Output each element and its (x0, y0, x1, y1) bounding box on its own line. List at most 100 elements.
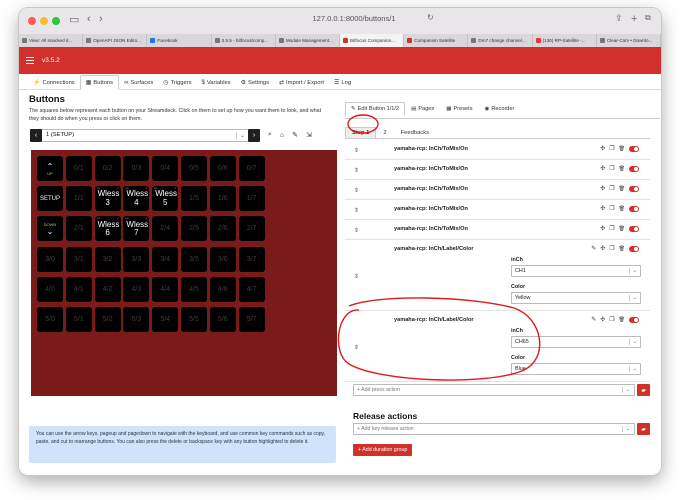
expand-icon[interactable]: ✣ (600, 145, 605, 152)
browser-tab[interactable]: Clear-Com • Downlo... (597, 34, 661, 47)
trash-icon[interactable]: 🗑 (619, 186, 625, 192)
tab-recorder[interactable]: ◉ Recorder (479, 102, 521, 116)
grid-button[interactable]: 1/6 (209, 186, 236, 212)
action-enabled-toggle[interactable] (629, 316, 639, 323)
drag-handle-icon[interactable]: ⇕ (354, 227, 359, 234)
wireless-button[interactable]: ••• ● Wless 7 (123, 216, 150, 242)
tab-connections[interactable]: ⚡ Connections (28, 76, 80, 89)
search-icon[interactable]: ⌕ (268, 131, 272, 139)
grid-button[interactable]: 5/2 (94, 307, 121, 332)
minimize-window-button[interactable] (40, 17, 48, 25)
wireless-button[interactable]: ••• ● Wless 6 (94, 216, 121, 242)
tab-triggers[interactable]: ◷ Triggers (158, 76, 196, 89)
page-up-button[interactable]: ⌃ UP (37, 156, 63, 181)
tab-overview-icon[interactable]: ⧉ (645, 13, 651, 23)
add-press-action-select[interactable]: + Add press action ⌄ (353, 384, 635, 396)
grid-button[interactable]: 3/6 (209, 246, 236, 272)
grid-button[interactable]: 3/0 (37, 246, 63, 272)
wireless-button[interactable]: ••• ● Wless 5 (152, 186, 179, 212)
tab-edit-button[interactable]: ✎ Edit Button 1/1/2 (345, 102, 406, 116)
browser-tab[interactable]: Facebook (147, 34, 212, 47)
trash-icon[interactable]: 🗑 (619, 226, 625, 232)
grid-button[interactable]: 0/1 (65, 156, 92, 181)
drag-handle-icon[interactable]: ⇕ (354, 167, 359, 174)
expand-icon[interactable]: ✣ (600, 245, 605, 252)
grid-button[interactable]: 1/7 (238, 186, 265, 212)
grid-button[interactable]: 4/3 (123, 276, 150, 302)
grid-button[interactable]: 3/3 (123, 246, 150, 272)
trash-icon[interactable]: 🗑 (619, 317, 625, 323)
add-release-action-select[interactable]: + Add key release action ⌄ (353, 423, 635, 435)
color-select[interactable]: Yellow ⌄ (511, 292, 641, 304)
input-channel-select[interactable]: CH65 ⌄ (511, 336, 641, 348)
expand-icon[interactable]: ✣ (600, 205, 605, 212)
duplicate-icon[interactable]: ❐ (609, 245, 614, 252)
duplicate-icon[interactable]: ❐ (609, 185, 614, 192)
drag-handle-icon[interactable]: ⇕ (354, 147, 359, 154)
tab-surfaces[interactable]: ∞ Surfaces (119, 77, 158, 89)
grid-button[interactable]: 0/4 (152, 156, 179, 181)
tab-log[interactable]: ☰ Log (329, 76, 356, 89)
expand-icon[interactable]: ✣ (600, 185, 605, 192)
pencil-icon[interactable]: ✎ (591, 316, 596, 323)
duplicate-icon[interactable]: ❐ (609, 165, 614, 172)
tab-presets[interactable]: ▦ Presets (440, 102, 478, 116)
grid-button[interactable]: 0/7 (238, 156, 265, 181)
browser-tab[interactable]: Module Management... (276, 34, 341, 47)
grid-button[interactable]: 5/7 (238, 307, 265, 332)
maximize-window-button[interactable] (52, 17, 60, 25)
tab-import-export[interactable]: ⇄ Import / Export (274, 76, 329, 89)
drag-handle-icon[interactable]: ⇕ (354, 273, 359, 280)
trash-icon[interactable]: 🗑 (619, 246, 625, 252)
tab-buttons[interactable]: ▦ Buttons (79, 75, 120, 90)
action-enabled-toggle[interactable] (629, 205, 639, 212)
expand-icon[interactable]: ✣ (600, 165, 605, 172)
grid-button[interactable]: 5/5 (181, 307, 207, 332)
browser-tab-active[interactable]: Bitfocus Companion... (340, 34, 405, 47)
grid-button[interactable]: 0/6 (209, 156, 236, 181)
expand-icon[interactable]: ✣ (600, 316, 605, 323)
browse-actions-button[interactable]: ▰ (637, 384, 650, 396)
grid-button[interactable]: 0/2 (94, 156, 121, 181)
grid-button[interactable]: 4/7 (238, 276, 265, 302)
share-icon[interactable]: ⇪ (615, 13, 623, 24)
expand-icon[interactable]: ✣ (600, 225, 605, 232)
grid-button[interactable]: 2/5 (181, 216, 207, 242)
browser-tab[interactable]: OpenAPI JSON Edito... (83, 34, 148, 47)
reset-icon[interactable]: ⇲ (306, 131, 312, 139)
grid-button[interactable]: 2/7 (238, 216, 265, 242)
drag-handle-icon[interactable]: ⇕ (354, 344, 359, 351)
drag-handle-icon[interactable]: ⇕ (354, 187, 359, 194)
wireless-button[interactable]: ••• ● Wless 3 (94, 186, 121, 212)
forward-icon[interactable]: › (99, 13, 103, 25)
grid-button[interactable]: 2/1 (65, 216, 92, 242)
close-window-button[interactable] (28, 17, 36, 25)
browser-tab[interactable]: (130) RP-Satellite -... (533, 34, 597, 47)
grid-button[interactable]: 5/6 (209, 307, 236, 332)
grid-button[interactable]: 4/1 (65, 276, 92, 302)
back-icon[interactable]: ‹ (87, 13, 91, 25)
grid-button[interactable]: 0/3 (123, 156, 150, 181)
grid-button[interactable]: 4/5 (181, 276, 207, 302)
address-bar[interactable]: 127.0.0.1:8000/buttons/1 (289, 14, 419, 23)
wireless-button[interactable]: ••• ● Wless 4 (123, 186, 150, 212)
setup-button[interactable]: SETUP (37, 186, 63, 212)
browser-tab[interactable]: Dm7 change channel... (468, 34, 533, 47)
grid-button[interactable]: 3/5 (181, 246, 207, 272)
trash-icon[interactable]: 🗑 (619, 166, 625, 172)
browser-tab[interactable]: Companion Satellite (404, 34, 469, 47)
pencil-icon[interactable]: ✎ (591, 245, 596, 252)
grid-button[interactable]: 5/0 (37, 307, 63, 332)
grid-button[interactable]: 4/0 (37, 276, 63, 302)
grid-button[interactable]: 0/5 (181, 156, 207, 181)
action-enabled-toggle[interactable] (629, 245, 639, 252)
action-enabled-toggle[interactable] (629, 185, 639, 192)
sidebar-toggle-icon[interactable]: ▭ (69, 13, 79, 26)
browser-tab[interactable]: View: All snacked it... (19, 34, 84, 47)
action-enabled-toggle[interactable] (629, 225, 639, 232)
grid-button[interactable]: 5/4 (152, 307, 179, 332)
grid-button[interactable]: 2/6 (209, 216, 236, 242)
grid-button[interactable]: 1/1 (65, 186, 92, 212)
page-select[interactable]: 1 (SETUP) ⌄ (42, 128, 248, 142)
trash-icon[interactable]: 🗑 (619, 206, 625, 212)
